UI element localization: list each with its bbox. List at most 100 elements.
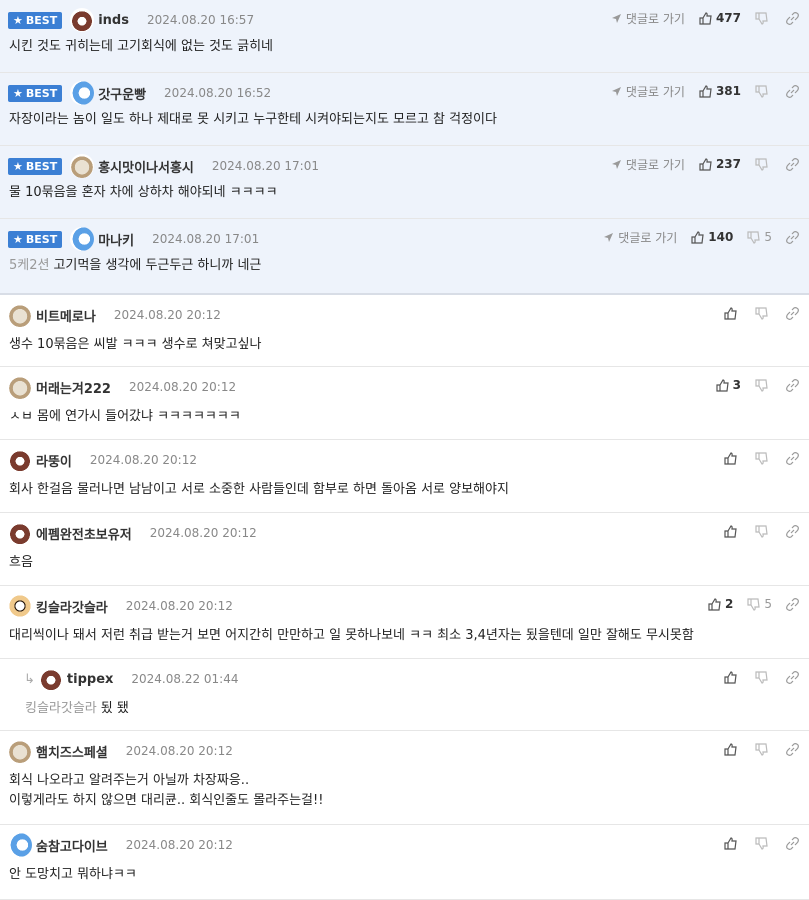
goto-comment-link[interactable]: 댓글로 가기 [603, 229, 677, 246]
dislike-button[interactable] [755, 742, 772, 756]
share-link-button[interactable] [786, 597, 799, 611]
like-button[interactable] [724, 742, 741, 756]
comment-author[interactable]: 마나키 [98, 230, 134, 249]
thumbs-down-icon [755, 742, 768, 756]
avatar[interactable] [8, 594, 32, 618]
dislike-button[interactable]: 5 [747, 597, 772, 611]
best-comment: ★ BEST 마나키 2024.08.20 17:01 댓글로 가기 140 5 … [0, 219, 809, 295]
comment-author[interactable]: 홍시맛이나서홍시 [98, 157, 194, 176]
dislike-button[interactable] [755, 670, 772, 684]
link-icon [786, 306, 799, 320]
star-icon: ★ [13, 232, 23, 246]
comment: 라뚱이 2024.08.20 20:12 회사 한걸음 물러나면 남남이고 서로… [0, 440, 809, 513]
like-button[interactable]: 237 [699, 157, 741, 171]
dislike-button[interactable] [755, 11, 772, 25]
like-button[interactable] [724, 670, 741, 684]
share-link-button[interactable] [786, 742, 799, 756]
share-link-button[interactable] [786, 836, 799, 850]
thumbs-up-icon [724, 524, 737, 538]
goto-comment-link[interactable]: 댓글로 가기 [611, 83, 685, 100]
dislike-count: 5 [764, 597, 772, 611]
avatar[interactable] [8, 375, 32, 399]
comment-author[interactable]: inds [98, 13, 129, 28]
comment-author[interactable]: tippex [67, 672, 113, 687]
comment-section: ★ BEST inds 2024.08.20 16:57 댓글로 가기 477 시… [0, 0, 809, 900]
share-link-button[interactable] [786, 157, 799, 171]
share-link-button[interactable] [786, 84, 799, 98]
dislike-button[interactable] [755, 84, 772, 98]
thumbs-down-icon [755, 378, 768, 392]
link-icon [786, 11, 799, 25]
like-button[interactable]: 381 [699, 84, 741, 98]
avatar[interactable] [70, 227, 95, 251]
like-count: 477 [715, 11, 741, 25]
comment: 비트메로나 2024.08.20 20:12 생수 10묶음은 씨발 ㅋㅋㅋ 생… [0, 295, 809, 367]
star-icon: ★ [13, 13, 23, 27]
avatar[interactable] [8, 833, 32, 857]
avatar[interactable] [8, 521, 32, 545]
avatar[interactable] [8, 739, 32, 763]
reply-reference[interactable]: 5케2션 [9, 258, 49, 273]
goto-comment-link[interactable]: 댓글로 가기 [611, 10, 685, 27]
comment-author[interactable]: 에펨완전초보유저 [36, 524, 132, 543]
comment-author[interactable]: 갓구운빵 [98, 84, 146, 103]
comment-text: ㅅㅂ 몸에 연가시 들어갔냐 ㅋㅋㅋㅋㅋㅋㅋ [9, 409, 241, 424]
avatar[interactable] [8, 303, 32, 327]
like-button[interactable] [724, 836, 741, 850]
comment-date: 2024.08.20 20:12 [149, 526, 257, 540]
like-button[interactable]: 477 [699, 11, 741, 25]
comment-author[interactable]: 머래는겨222 [36, 378, 111, 397]
like-button[interactable] [724, 524, 741, 538]
thumbs-down-icon [755, 157, 768, 171]
reply-reference[interactable]: 킹슬라갓슬라 [25, 701, 97, 716]
like-button[interactable] [724, 451, 741, 465]
thumbs-down-icon [755, 451, 768, 465]
send-icon [611, 86, 621, 96]
like-button[interactable]: 3 [716, 378, 741, 392]
comment-author[interactable]: 햄치즈스페셜 [36, 742, 108, 761]
avatar[interactable] [70, 81, 95, 105]
comment-date: 2024.08.20 20:12 [125, 744, 233, 758]
avatar[interactable] [38, 667, 63, 691]
thumbs-down-icon [755, 524, 768, 538]
like-count: 2 [725, 597, 734, 611]
dislike-button[interactable] [755, 524, 772, 538]
avatar[interactable] [70, 8, 95, 32]
comment-author[interactable]: 킹슬라갓슬라 [36, 597, 108, 616]
link-icon [786, 230, 799, 244]
link-icon [786, 524, 799, 538]
share-link-button[interactable] [786, 378, 799, 392]
goto-comment-link[interactable]: 댓글로 가기 [611, 156, 685, 173]
share-link-button[interactable] [786, 524, 799, 538]
dislike-button[interactable] [755, 836, 772, 850]
reply-comment: ↳ tippex 2024.08.22 01:44 킹슬라갓슬라 됬 됐 [0, 659, 809, 731]
link-icon [786, 378, 799, 392]
comment-date: 2024.08.20 20:12 [125, 838, 233, 852]
dislike-button[interactable] [755, 157, 772, 171]
share-link-button[interactable] [786, 670, 799, 684]
dislike-button[interactable]: 5 [747, 230, 772, 244]
thumbs-up-icon [724, 742, 737, 756]
star-icon: ★ [13, 159, 23, 173]
comment-date: 2024.08.20 20:12 [128, 380, 237, 394]
like-button[interactable]: 2 [708, 597, 733, 611]
like-button[interactable] [724, 306, 741, 320]
comment-author[interactable]: 숨참고다이브 [36, 836, 108, 855]
share-link-button[interactable] [786, 306, 799, 320]
comment-author[interactable]: 라뚱이 [36, 451, 72, 470]
share-link-button[interactable] [786, 11, 799, 25]
dislike-button[interactable] [755, 451, 772, 465]
avatar[interactable] [8, 448, 32, 472]
avatar[interactable] [70, 154, 95, 178]
thumbs-down-icon [755, 11, 768, 25]
comment-text: 5케2션 고기먹을 생각에 두근두근 하니까 네근 [9, 258, 262, 273]
share-link-button[interactable] [786, 230, 799, 244]
comment-text: 대리씩이나 돼서 저런 취급 받는거 보면 어지간히 만만하고 일 못하나보네 … [9, 628, 694, 643]
comment-date: 2024.08.20 20:12 [125, 599, 233, 613]
like-button[interactable]: 140 [691, 230, 733, 244]
dislike-button[interactable] [755, 378, 772, 392]
share-link-button[interactable] [786, 451, 799, 465]
best-badge: ★ BEST [8, 11, 63, 29]
dislike-button[interactable] [755, 306, 772, 320]
comment-author[interactable]: 비트메로나 [36, 306, 96, 325]
